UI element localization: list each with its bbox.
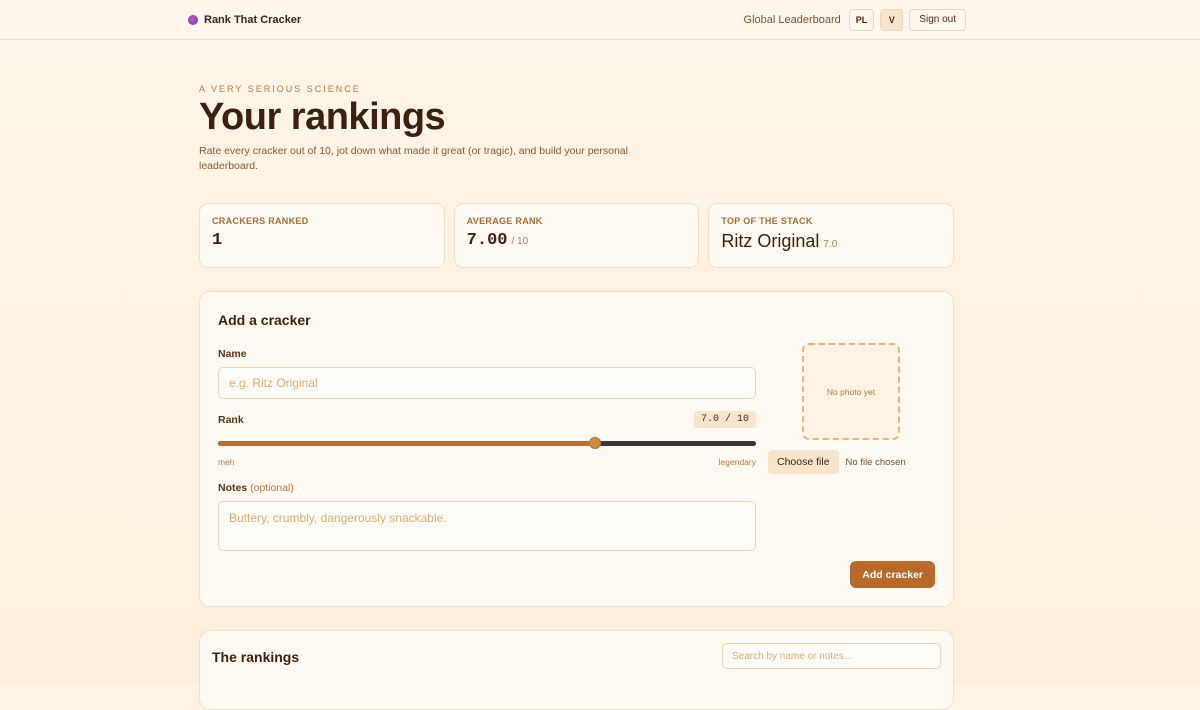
cracker-logo-icon xyxy=(188,14,198,25)
rank-readout: 7.0 / 10 xyxy=(693,411,756,429)
slider-fill xyxy=(218,441,595,447)
add-cracker-card: Add a cracker Name Rank 7.0 / 10 meh leg… xyxy=(199,291,954,608)
stat-card-ranked: CRACKERS RANKED 1 xyxy=(199,203,445,269)
hero-eyebrow: A VERY SERIOUS SCIENCE xyxy=(199,84,361,94)
stat-suffix: / 10 xyxy=(511,236,529,248)
stat-card-top: TOP OF THE STACK Ritz Original 7.0 xyxy=(708,203,955,269)
stat-label: TOP OF THE STACK xyxy=(721,216,813,227)
page-title: Your rankings xyxy=(199,96,446,138)
rank-label: Rank xyxy=(218,413,244,426)
rankings-search-input[interactable] xyxy=(722,643,941,670)
app-name: Rank That Cracker xyxy=(204,13,302,26)
rank-slider[interactable] xyxy=(218,437,756,450)
name-input[interactable] xyxy=(218,367,756,400)
main-content: A VERY SERIOUS SCIENCE Your rankings Rat… xyxy=(199,40,955,710)
stat-value: 7.00 xyxy=(466,231,508,251)
rankings-title: The rankings xyxy=(212,649,300,666)
slider-max-label: legendary xyxy=(718,457,756,468)
notes-optional: (optional) xyxy=(250,482,294,495)
photo-column: No photo yet Choose file No file chosen xyxy=(768,343,936,475)
page-subtitle: Rate every cracker out of 10, jot down w… xyxy=(199,144,628,173)
choose-file-button[interactable]: Choose file xyxy=(768,450,839,475)
stats-row: CRACKERS RANKED 1 AVERAGE RANK 7.00/ 10 … xyxy=(199,203,955,269)
stat-value: Ritz Original xyxy=(721,231,820,252)
file-picker: Choose file No file chosen xyxy=(768,450,936,475)
add-cracker-button[interactable]: Add cracker xyxy=(850,561,935,589)
notes-textarea[interactable] xyxy=(218,501,756,552)
sign-out-button[interactable]: Sign out xyxy=(909,8,966,31)
stat-label: CRACKERS RANKED xyxy=(212,216,309,227)
notes-field: Notes (optional) xyxy=(218,478,756,556)
top-bar: Rank That Cracker Global Leaderboard PL … xyxy=(0,0,1200,40)
rankings-card: The rankings xyxy=(199,630,954,710)
name-label: Name xyxy=(218,348,247,361)
slider-min-label: meh xyxy=(218,457,235,468)
stat-suffix: 7.0 xyxy=(823,239,838,251)
stat-card-average: AVERAGE RANK 7.00/ 10 xyxy=(453,203,700,269)
photo-placeholder-text: No photo yet xyxy=(826,386,876,397)
stat-label: AVERAGE RANK xyxy=(466,216,543,227)
stat-value-wrap: Ritz Original 7.0 xyxy=(721,231,941,252)
file-status: No file chosen xyxy=(845,456,906,468)
stat-value: 1 xyxy=(212,231,223,251)
language-button[interactable]: PL xyxy=(848,8,875,31)
global-leaderboard-link[interactable]: Global Leaderboard xyxy=(744,14,841,26)
slider-thumb[interactable] xyxy=(588,437,601,450)
photo-preview: No photo yet xyxy=(802,343,900,441)
form-fields: Name Rank 7.0 / 10 meh legendary Notes (… xyxy=(218,344,756,556)
top-nav: Global Leaderboard PL V Sign out xyxy=(744,8,966,31)
user-avatar-button[interactable]: V xyxy=(880,8,904,31)
notes-label: Notes (optional) xyxy=(218,482,294,494)
form-title: Add a cracker xyxy=(218,312,311,329)
rank-row: Rank 7.0 / 10 xyxy=(218,411,756,429)
notes-label-text: Notes xyxy=(218,482,248,495)
slider-ends: meh legendary xyxy=(218,457,756,467)
brand[interactable]: Rank That Cracker xyxy=(188,14,301,26)
stat-value-wrap: 7.00/ 10 xyxy=(467,231,687,250)
